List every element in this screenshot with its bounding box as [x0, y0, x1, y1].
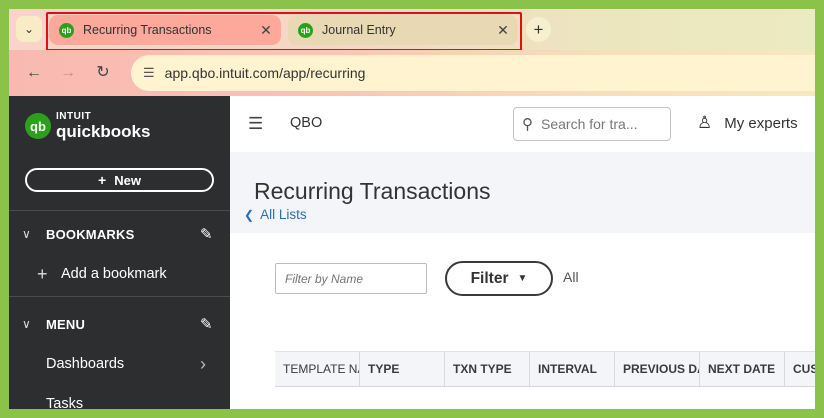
top-bar: ☰ QBO ⚲ Search for tra... ♙ My experts	[230, 96, 815, 152]
tab-strip: ⌄ qb Recurring Transactions ✕ qb Journal…	[9, 9, 815, 51]
quickbooks-logo-icon: qb	[25, 113, 51, 139]
tab-recurring-transactions[interactable]: qb Recurring Transactions ✕	[49, 15, 281, 45]
filter-button[interactable]: Filter ▼	[445, 261, 553, 296]
filter-by-name-input[interactable]	[275, 263, 427, 294]
chevron-down-icon: ∨	[22, 317, 31, 331]
search-placeholder: Search for tra...	[541, 116, 638, 132]
search-box[interactable]: ⚲ Search for tra...	[513, 107, 671, 141]
arrow-right-icon: →	[60, 64, 76, 81]
column-header-next-date[interactable]: NEXT DATE	[700, 352, 785, 386]
chevron-left-icon: ❮	[244, 207, 255, 222]
column-header-previous-date[interactable]: PREVIOUS DA	[615, 352, 700, 386]
plus-icon: +	[37, 263, 48, 284]
column-header-template-name[interactable]: TEMPLATE NA	[275, 352, 360, 386]
collapse-menu-icon[interactable]: ☰	[248, 114, 263, 134]
plus-icon: +	[98, 172, 107, 188]
quickbooks-favicon-icon: qb	[59, 22, 74, 38]
sidebar-item-label: Tasks	[46, 396, 84, 409]
chevron-down-icon: ⌄	[23, 22, 35, 36]
divider	[9, 210, 230, 211]
company-name: QBO	[290, 115, 323, 131]
my-experts-button[interactable]: ♙ My experts	[697, 113, 798, 133]
chevron-down-icon: ∨	[22, 227, 31, 241]
browser-toolbar: ← → ↻ ☰ app.qbo.intuit.com/app/recurring	[9, 50, 815, 96]
site-info-icon[interactable]: ☰	[143, 65, 155, 81]
pencil-icon[interactable]: ✎	[200, 315, 230, 333]
sidebar-item-add-bookmark[interactable]: + Add a bookmark	[9, 259, 230, 289]
new-button-label: New	[114, 172, 141, 188]
address-bar[interactable]: ☰ app.qbo.intuit.com/app/recurring	[131, 55, 815, 91]
sidebar-section-bookmarks[interactable]: ∨ BOOKMARKS ✎	[9, 219, 230, 249]
logo-product-text: quickbooks	[56, 122, 151, 141]
sidebar: qb INTUIT quickbooks + New ∨ BOOKMARKS ✎…	[9, 96, 230, 409]
column-header-customer[interactable]: CUST	[785, 352, 815, 386]
tab-label: Journal Entry	[322, 23, 396, 37]
section-label: BOOKMARKS	[46, 226, 135, 242]
main-content: ☰ QBO ⚲ Search for tra... ♙ My experts R…	[230, 96, 815, 409]
sidebar-section-menu[interactable]: ∨ MENU ✎	[9, 309, 230, 339]
page-title: Recurring Transactions	[254, 178, 491, 204]
quickbooks-logo[interactable]: qb INTUIT quickbooks	[25, 112, 150, 140]
filter-button-label: Filter	[470, 269, 509, 287]
reload-button[interactable]: ↻	[92, 62, 114, 84]
plus-icon: +	[533, 19, 544, 39]
sidebar-item-tasks[interactable]: Tasks	[9, 389, 230, 409]
column-header-type[interactable]: TYPE	[360, 352, 445, 386]
person-icon: ♙	[697, 113, 713, 132]
browser-window: ⌄ qb Recurring Transactions ✕ qb Journal…	[9, 9, 815, 409]
sidebar-item-dashboards[interactable]: Dashboards ›	[9, 349, 230, 379]
tab-journal-entry[interactable]: qb Journal Entry ✕	[288, 15, 518, 45]
table-header: TEMPLATE NA TYPE TXN TYPE INTERVAL PREVI…	[275, 351, 815, 387]
quickbooks-favicon-icon: qb	[298, 22, 313, 38]
column-header-txn-type[interactable]: TXN TYPE	[445, 352, 530, 386]
divider	[9, 296, 230, 297]
my-experts-label: My experts	[724, 114, 798, 132]
new-tab-button[interactable]: +	[526, 17, 551, 42]
logo-intuit-text: INTUIT	[56, 111, 92, 122]
search-icon: ⚲	[522, 116, 533, 133]
all-lists-link[interactable]: ❮ All Lists	[244, 207, 307, 222]
column-header-interval[interactable]: INTERVAL	[530, 352, 615, 386]
sidebar-item-label: Add a bookmark	[61, 266, 167, 282]
reload-icon: ↻	[96, 64, 110, 81]
filter-status-label: All	[563, 269, 579, 285]
url-text: app.qbo.intuit.com/app/recurring	[164, 65, 366, 81]
forward-button[interactable]: →	[57, 62, 79, 84]
arrow-left-icon: ←	[26, 64, 42, 81]
close-icon[interactable]: ✕	[492, 22, 514, 39]
back-button[interactable]: ←	[23, 62, 45, 84]
app-area: qb INTUIT quickbooks + New ∨ BOOKMARKS ✎…	[9, 96, 815, 409]
close-icon[interactable]: ✕	[255, 22, 277, 39]
pencil-icon[interactable]: ✎	[200, 225, 230, 243]
new-button[interactable]: + New	[25, 168, 214, 192]
sidebar-item-label: Dashboards	[46, 356, 125, 372]
content-panel: Filter ▼ All TEMPLATE NA TYPE TXN TYPE I…	[230, 233, 815, 409]
tab-label: Recurring Transactions	[83, 23, 212, 37]
section-label: MENU	[46, 316, 86, 332]
caret-down-icon: ▼	[517, 273, 528, 284]
tab-search-button[interactable]: ⌄	[16, 16, 42, 42]
all-lists-label: All Lists	[260, 207, 307, 222]
chevron-right-icon: ›	[200, 353, 206, 374]
